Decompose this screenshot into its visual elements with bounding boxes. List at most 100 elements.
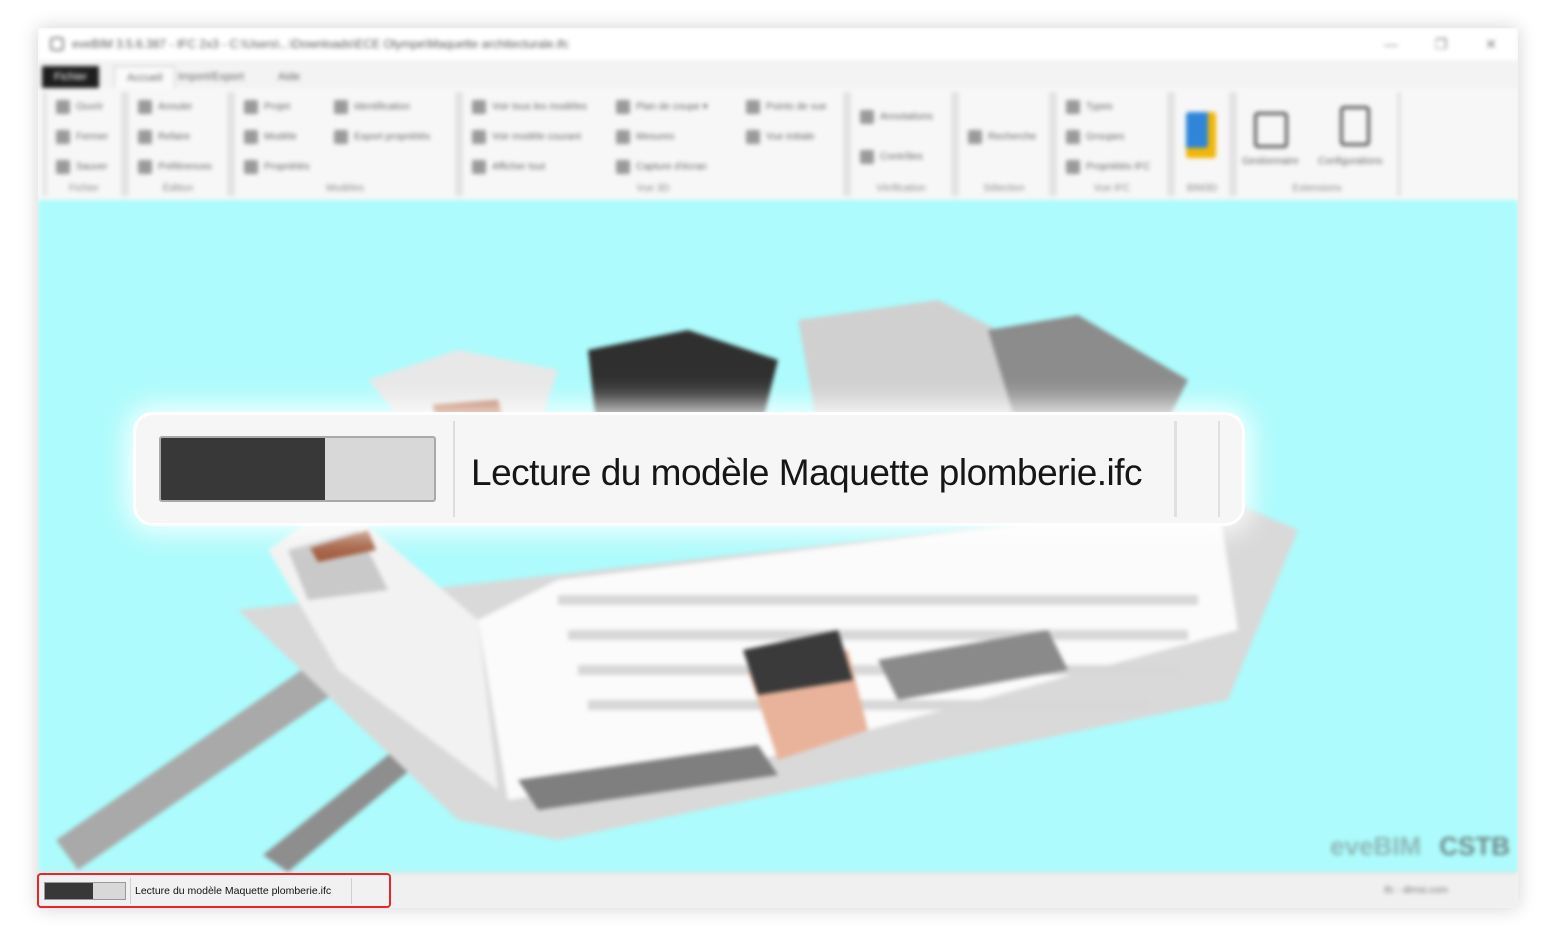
loading-status-text: Lecture du modèle Maquette plomberie.ifc (135, 885, 332, 897)
divider (1218, 421, 1220, 517)
annotations-button[interactable]: Annotations (860, 110, 933, 124)
building-model (56, 300, 1298, 872)
ribbon-group-edition: Annuler Refaire Préférences Édition (126, 92, 230, 196)
tab-import-export[interactable]: Import/Export (166, 66, 256, 88)
evebim-cstb-watermark: eveBIM CSTB (1330, 831, 1510, 861)
ribbon-group-bim3d: BIM3D (1172, 92, 1232, 196)
group-icon (1066, 130, 1080, 144)
identification-button[interactable]: Identification (334, 100, 410, 114)
window-band (588, 700, 1148, 710)
progress-fill (45, 883, 93, 899)
model-icon (244, 130, 258, 144)
gear-icon (138, 160, 152, 174)
progress-fill (161, 438, 325, 500)
groups-button[interactable]: Groupes (1066, 130, 1124, 144)
manager-button[interactable]: Gestionnaire (1242, 156, 1299, 167)
open-button[interactable]: Ouvrir (56, 100, 103, 114)
show-all-models-button[interactable]: Voir tous les modèles (472, 100, 587, 114)
ribbon: Ouvrir Fermer Sauver Fichier Annuler Ref… (38, 88, 1518, 201)
ribbon-tabs: Fichier Accueil Import/Export Aide (38, 62, 1518, 89)
ribbon-group-label: Modèles (326, 183, 364, 194)
undo-icon (138, 100, 152, 114)
shield-icon (472, 130, 486, 144)
export-properties-button[interactable]: Export propriétés (334, 130, 430, 144)
3d-viewport[interactable]: eveBIM CSTB (38, 200, 1518, 872)
maximize-button[interactable]: ❐ (1430, 34, 1452, 54)
project-button[interactable]: Projet (244, 100, 290, 114)
camera-icon (616, 160, 630, 174)
ribbon-group-label: Fichier (68, 183, 99, 194)
folder-icon (56, 100, 70, 114)
viewpoints-button[interactable]: Points de vue (746, 100, 827, 114)
progress-bar (44, 882, 126, 900)
section-plane-button[interactable]: Plan de coupe ▾ (616, 100, 708, 114)
pencil-icon (334, 100, 348, 114)
briefcase-icon[interactable] (1254, 112, 1288, 148)
ribbon-group-selection: Recherche Sélection (956, 92, 1052, 196)
ribbon-group-vue-ifc: Types Groupes Propriétés IFC Vue IFC (1054, 92, 1170, 196)
undo-button[interactable]: Annuler (138, 100, 192, 114)
check-icon (860, 150, 874, 164)
measures-button[interactable]: Mesures (616, 130, 674, 144)
window-title: eveBIM 3.5.6.387 - IFC 2x3 - C:\Users\..… (72, 37, 569, 51)
building-icon (472, 100, 486, 114)
ribbon-group-fichier: Ouvrir Fermer Sauver Fichier (44, 92, 124, 196)
progress-bar-zoomed (159, 436, 436, 502)
divider (130, 878, 131, 904)
search-button[interactable]: Recherche (968, 130, 1036, 144)
home-icon (746, 130, 760, 144)
status-progress-panel-highlight: Lecture du modèle Maquette plomberie.ifc (37, 873, 391, 908)
project-icon (244, 100, 258, 114)
properties-icon (244, 160, 258, 174)
configurations-button[interactable]: Configurations (1318, 156, 1382, 167)
close-icon (56, 130, 70, 144)
redo-icon (138, 130, 152, 144)
window-band (578, 665, 1178, 675)
divider (453, 421, 455, 517)
pin-icon (746, 100, 760, 114)
eye-icon (472, 160, 486, 174)
export-icon (334, 130, 348, 144)
annotation-icon (860, 110, 874, 124)
loading-status-text-zoomed: Lecture du modèle Maquette plomberie.ifc (471, 452, 1143, 493)
search-icon (968, 130, 982, 144)
controls-button[interactable]: Contrôles (860, 150, 923, 164)
properties-icon (1066, 160, 1080, 174)
show-all-button[interactable]: Afficher tout (472, 160, 545, 174)
app-logo-icon (50, 37, 64, 51)
ribbon-group-extensions: Gestionnaire Configurations Extensions (1234, 92, 1400, 196)
close-file-button[interactable]: Fermer (56, 130, 108, 144)
save-icon (56, 160, 70, 174)
ribbon-group-vue-3d: Voir tous les modèles Voir modèle couran… (460, 92, 846, 196)
preferences-button[interactable]: Préférences (138, 160, 212, 174)
ribbon-group-label: Vérification (876, 183, 926, 194)
ifc-properties-button[interactable]: Propriétés IFC (1066, 160, 1150, 174)
close-button[interactable]: ✕ (1480, 34, 1502, 54)
initial-view-button[interactable]: Vue initiale (746, 130, 815, 144)
properties-button[interactable]: Propriétés (244, 160, 310, 174)
ribbon-group-verification: Annotations Contrôles Vérification (848, 92, 954, 196)
model-button[interactable]: Modèle (244, 130, 297, 144)
ribbon-group-label: BIM3D (1186, 183, 1218, 194)
ribbon-group-label: Sélection (983, 183, 1025, 194)
screenshot-button[interactable]: Capture d'écran (616, 160, 707, 174)
show-current-model-button[interactable]: Voir modèle courant (472, 130, 581, 144)
types-button[interactable]: Types (1066, 100, 1113, 114)
window-band (558, 595, 1198, 605)
title-bar: eveBIM 3.5.6.387 - IFC 2x3 - C:\Users\..… (38, 28, 1518, 60)
window-band (568, 630, 1188, 640)
ribbon-group-label: Vue IFC (1093, 183, 1131, 194)
save-button[interactable]: Sauver (56, 160, 108, 174)
list-icon (1066, 100, 1080, 114)
minimize-button[interactable]: — (1380, 34, 1402, 54)
ribbon-group-modeles: Projet Modèle Propriétés Identification … (232, 92, 458, 196)
bim3d-icon[interactable] (1186, 112, 1216, 158)
zoom-callout: Lecture du modèle Maquette plomberie.ifc (133, 412, 1245, 526)
redo-button[interactable]: Refaire (138, 130, 190, 144)
tab-fichier[interactable]: Fichier (42, 66, 100, 88)
section-plane-icon (616, 100, 630, 114)
config-document-icon[interactable] (1340, 106, 1370, 146)
divider (351, 878, 352, 904)
tab-aide[interactable]: Aide (266, 66, 312, 88)
ribbon-group-label: Édition (162, 183, 194, 194)
